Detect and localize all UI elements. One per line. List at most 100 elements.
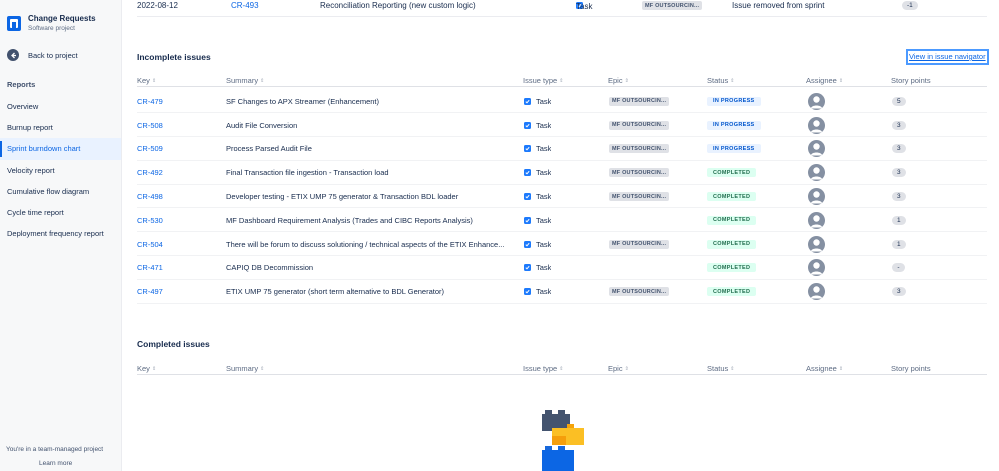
column-header-status[interactable]: Status ⇕ xyxy=(707,76,734,85)
column-header-epic[interactable]: Epic ⇕ xyxy=(608,76,629,85)
epic-badge[interactable]: MF OUTSOURCIN... xyxy=(609,239,670,249)
column-header-key[interactable]: Key ⇕ xyxy=(137,364,156,373)
column-header-epic[interactable]: Epic ⇕ xyxy=(608,364,629,373)
story-points-cell: 3 xyxy=(892,113,906,137)
issue-summary[interactable]: CAPIQ DB Decommission xyxy=(226,256,516,280)
issue-key-link[interactable]: CR-493 xyxy=(231,1,259,10)
status-badge: COMPLETED xyxy=(707,239,757,249)
issue-type-label: Task xyxy=(536,192,552,202)
column-header-story-points[interactable]: Story points xyxy=(891,364,931,373)
story-points-cell: 3 xyxy=(892,137,906,161)
epic-badge[interactable]: MF OUTSOURCIN... xyxy=(609,287,670,297)
column-header-assignee[interactable]: Assignee ⇕ xyxy=(806,364,843,373)
epic-badge[interactable]: MF OUTSOURCIN... xyxy=(609,96,670,106)
status-badge: COMPLETED xyxy=(707,215,757,225)
table-row[interactable]: CR-504 There will be forum to discuss sol… xyxy=(137,232,987,257)
team-managed-note: You're in a team-managed project xyxy=(6,446,104,453)
sidebar-item-cumulative-flow-diagram[interactable]: Cumulative flow diagram xyxy=(0,181,121,202)
learn-more-link[interactable]: Learn more xyxy=(39,460,72,467)
issue-key-link[interactable]: CR-504 xyxy=(137,232,163,256)
status-badge: COMPLETED xyxy=(707,287,757,297)
issue-summary[interactable]: MF Dashboard Requirement Analysis (Trade… xyxy=(226,209,516,233)
issue-key-link[interactable]: CR-471 xyxy=(137,256,163,280)
sidebar: Change Requests Software project Back to… xyxy=(0,0,122,471)
task-icon xyxy=(524,240,531,248)
task-icon xyxy=(524,193,531,201)
assignee-cell xyxy=(808,161,825,185)
column-header-summary[interactable]: Summary ⇕ xyxy=(226,76,264,85)
story-points-badge: -1 xyxy=(902,1,918,10)
issue-summary[interactable]: There will be forum to discuss solutioni… xyxy=(226,232,516,256)
issue-summary[interactable]: Process Parsed Audit File xyxy=(226,137,516,161)
avatar[interactable] xyxy=(808,188,825,206)
sidebar-item-burnup-report[interactable]: Burnup report xyxy=(0,117,121,138)
issue-type: Task xyxy=(524,161,551,185)
issue-summary[interactable]: Final Transaction file ingestion - Trans… xyxy=(226,161,516,185)
sort-icon: ⇕ xyxy=(151,365,157,372)
epic-cell: MF OUTSOURCIN... xyxy=(609,161,670,185)
issue-type: Task xyxy=(524,185,551,209)
issue-key-link[interactable]: CR-479 xyxy=(137,90,163,114)
sidebar-item-deployment-frequency-report[interactable]: Deployment frequency report xyxy=(0,223,121,244)
view-in-issue-navigator-link[interactable]: View in issue navigator xyxy=(906,49,989,65)
assignee-cell xyxy=(808,209,825,233)
avatar[interactable] xyxy=(808,140,825,158)
epic-badge[interactable]: MF OUTSOURCIN... xyxy=(609,144,670,154)
column-header-assignee[interactable]: Assignee ⇕ xyxy=(806,76,843,85)
story-points-cell: 1 xyxy=(892,232,906,256)
issue-key-link[interactable]: CR-497 xyxy=(137,280,163,304)
avatar[interactable] xyxy=(808,116,825,134)
project-header[interactable]: Change Requests Software project xyxy=(7,13,96,34)
task-icon xyxy=(524,288,531,296)
issue-key-link[interactable]: CR-530 xyxy=(137,209,163,233)
sort-icon: ⇕ xyxy=(260,365,265,372)
epic-badge[interactable]: MF OUTSOURCIN... xyxy=(609,120,670,130)
sort-icon: ⇕ xyxy=(151,77,157,84)
issue-summary[interactable]: ETIX UMP 75 generator (short term altern… xyxy=(226,280,516,304)
issue-key-link[interactable]: CR-508 xyxy=(137,113,163,137)
sidebar-item-sprint-burndown-chart[interactable]: Sprint burndown chart xyxy=(0,138,121,160)
table-row[interactable]: CR-508 Audit File Conversion Task MF OUTSOU… xyxy=(137,113,987,138)
avatar[interactable] xyxy=(808,211,825,229)
table-row[interactable]: CR-509 Process Parsed Audit File Task MF OU… xyxy=(137,137,987,161)
issue-key-link[interactable]: CR-509 xyxy=(137,137,163,161)
issue-type-label: Task xyxy=(536,168,552,178)
table-row[interactable]: CR-479 SF Changes to APX Streamer (Enhanc… xyxy=(137,90,987,114)
table-row[interactable]: CR-471 CAPIQ DB Decommission Task COMPLETED… xyxy=(137,256,987,280)
status-cell: IN PROGRESS xyxy=(707,90,761,114)
table-row[interactable]: CR-492 Final Transaction file ingestion -… xyxy=(137,161,987,185)
issue-type-label: Task xyxy=(536,144,552,154)
incomplete-issues-heading: Incomplete issues xyxy=(137,52,211,62)
sidebar-item-cycle-time-report[interactable]: Cycle time report xyxy=(0,202,121,223)
issue-key-link[interactable]: CR-492 xyxy=(137,161,163,185)
avatar[interactable] xyxy=(808,235,825,253)
column-header-summary[interactable]: Summary ⇕ xyxy=(226,364,264,373)
epic-badge[interactable]: MF OUTSOURCIN... xyxy=(609,192,670,202)
back-to-project-button[interactable]: Back to project xyxy=(7,49,78,61)
assignee-cell xyxy=(808,256,825,280)
issue-summary[interactable]: SF Changes to APX Streamer (Enhancement) xyxy=(226,90,516,114)
table-row[interactable]: CR-530 MF Dashboard Requirement Analysis … xyxy=(137,209,987,233)
column-header-status[interactable]: Status ⇕ xyxy=(707,364,734,373)
table-row[interactable]: CR-498 Developer testing - ETIX UMP 75 ge… xyxy=(137,185,987,209)
avatar[interactable] xyxy=(808,283,825,301)
sort-icon: ⇕ xyxy=(730,77,735,84)
avatar[interactable] xyxy=(808,164,825,182)
issue-summary[interactable]: Audit File Conversion xyxy=(226,113,516,137)
issue-type: Task xyxy=(524,90,551,114)
column-header-issue-type[interactable]: Issue type ⇕ xyxy=(523,364,563,373)
issue-summary[interactable]: Developer testing - ETIX UMP 75 generato… xyxy=(226,185,516,209)
epic-cell: MF OUTSOURCIN... xyxy=(609,185,670,209)
sidebar-item-velocity-report[interactable]: Velocity report xyxy=(0,160,121,181)
column-header-issue-type[interactable]: Issue type ⇕ xyxy=(523,76,563,85)
sidebar-item-overview[interactable]: Overview xyxy=(0,96,121,117)
story-points-badge: 3 xyxy=(892,192,906,202)
avatar[interactable] xyxy=(808,259,825,277)
table-row[interactable]: CR-497 ETIX UMP 75 generator (short term … xyxy=(137,280,987,304)
arrow-left-icon xyxy=(7,49,19,61)
issue-key-link[interactable]: CR-498 xyxy=(137,185,163,209)
epic-badge[interactable]: MF OUTSOURCIN... xyxy=(609,168,670,178)
column-header-story-points[interactable]: Story points xyxy=(891,76,931,85)
avatar[interactable] xyxy=(808,92,825,110)
column-header-key[interactable]: Key ⇕ xyxy=(137,76,156,85)
